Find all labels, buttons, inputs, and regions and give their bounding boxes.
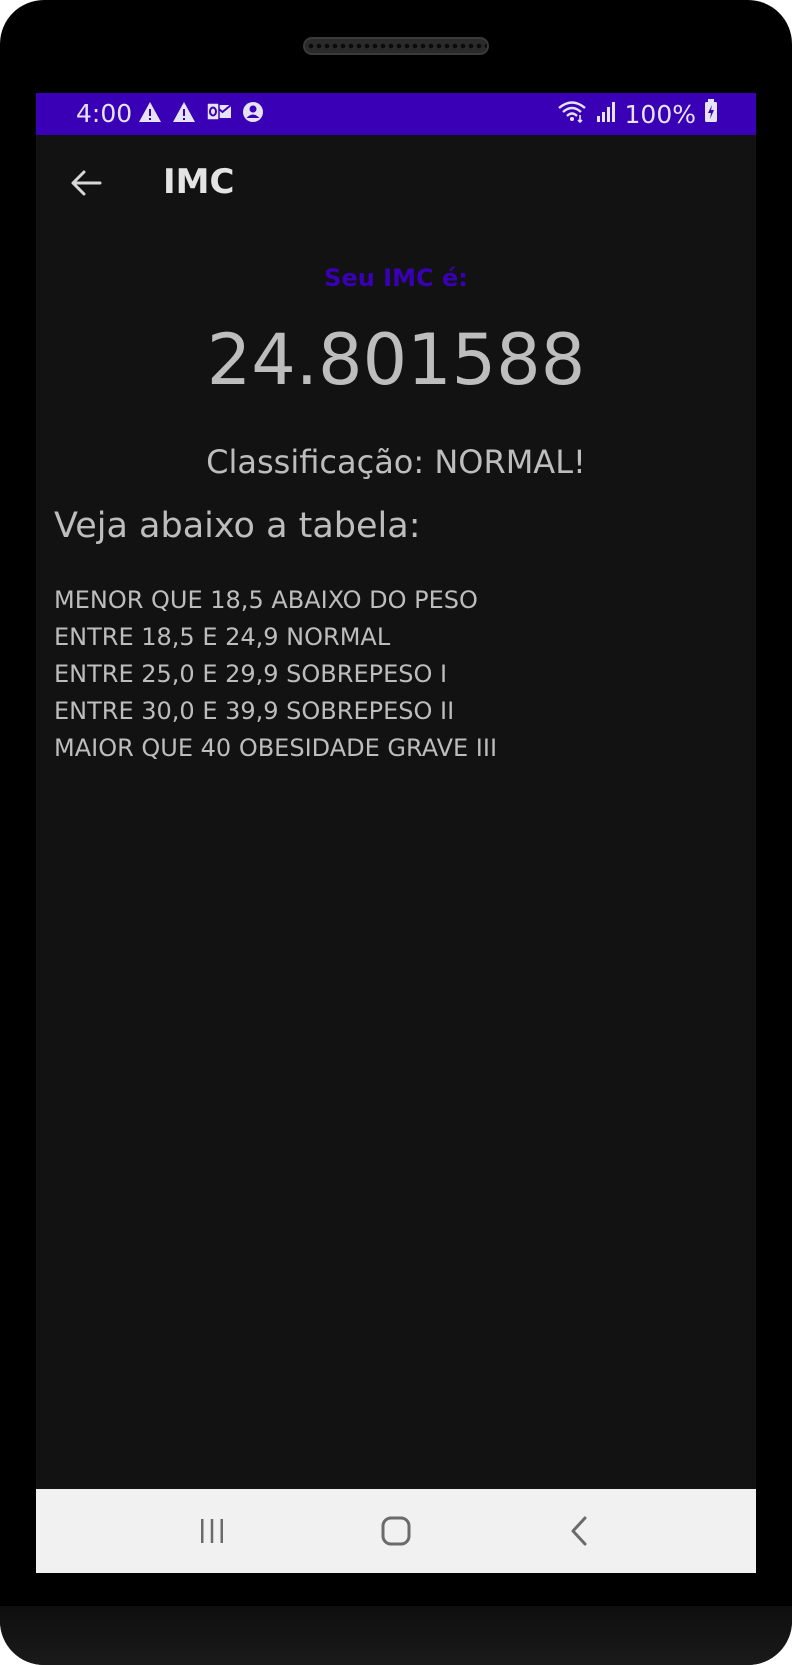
warning-icon	[172, 101, 196, 127]
battery-charging-icon	[704, 99, 718, 130]
notification-icons	[138, 101, 264, 127]
imc-value: 24.801588	[206, 319, 586, 401]
page-title: IMC	[163, 162, 235, 202]
table-row: ENTRE 25,0 E 29,9 SOBREPESO I	[54, 660, 448, 688]
back-icon	[571, 1516, 587, 1546]
table-row: MAIOR QUE 40 OBESIDADE GRAVE III	[54, 734, 498, 762]
outlook-icon	[206, 101, 232, 127]
arrow-back-icon	[71, 170, 102, 196]
nav-back-button[interactable]	[550, 1501, 610, 1561]
phone-bottom-bezel	[0, 1606, 792, 1665]
table-row: ENTRE 30,0 E 39,9 SOBREPESO II	[54, 697, 455, 725]
phone-frame: 4:00 100% IMC Seu IMC é: 24.801588 Class…	[0, 0, 792, 1665]
recents-icon	[201, 1519, 223, 1543]
account-icon	[242, 101, 264, 127]
wifi-icon	[557, 99, 587, 130]
navigation-bar	[36, 1489, 756, 1573]
status-time: 4:00	[76, 99, 133, 128]
speaker-grille	[303, 37, 489, 55]
table-row: ENTRE 18,5 E 24,9 NORMAL	[54, 623, 391, 651]
classification-table: MENOR QUE 18,5 ABAIXO DO PESO ENTRE 18,5…	[54, 582, 497, 767]
home-icon	[381, 1516, 411, 1546]
imc-label: Seu IMC é:	[324, 264, 468, 292]
warning-icon	[138, 101, 162, 127]
home-button[interactable]	[366, 1501, 426, 1561]
back-button[interactable]	[60, 157, 112, 209]
table-row: MENOR QUE 18,5 ABAIXO DO PESO	[54, 586, 478, 614]
table-title: Veja abaixo a tabela:	[54, 506, 421, 546]
status-right: 100%	[557, 99, 718, 130]
status-bar: 4:00 100%	[36, 93, 756, 135]
app-bar: IMC	[36, 135, 756, 235]
screen: 4:00 100% IMC Seu IMC é: 24.801588 Class…	[36, 93, 756, 1573]
recents-button[interactable]	[182, 1501, 242, 1561]
signal-icon	[595, 100, 617, 130]
classification-text: Classificação: NORMAL!	[206, 443, 586, 481]
battery-text: 100%	[624, 99, 696, 129]
